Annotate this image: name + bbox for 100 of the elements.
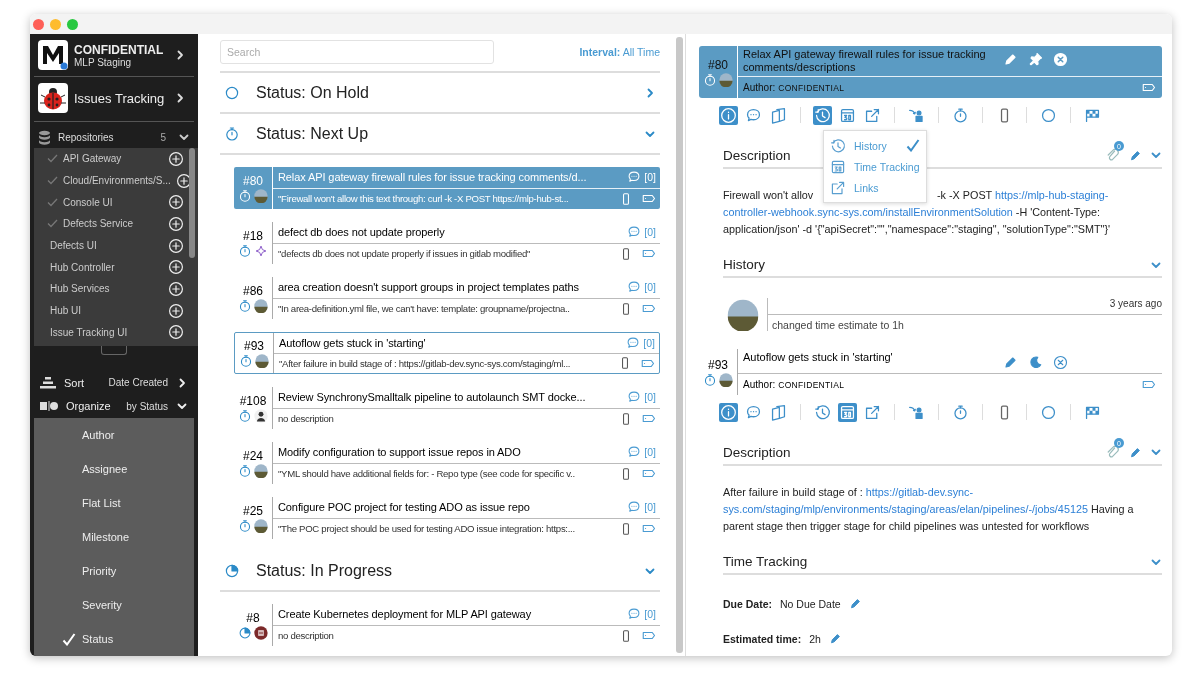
issue-number: #93 (708, 357, 728, 372)
repository-item[interactable]: Hub Controller (50, 261, 168, 273)
issue-row[interactable]: #24 Modify configuration to support issue repos in ADO [0] "YML should have additional fields for: - Repo type (see code for specific v.. (234, 442, 660, 484)
issue-number: #25 (243, 503, 263, 518)
pin-button[interactable] (1028, 52, 1043, 67)
edit-button[interactable] (1129, 148, 1142, 162)
paperclip-icon (1105, 147, 1121, 163)
avatar (719, 72, 733, 87)
repository-item[interactable]: Cloud/Environments/S... (63, 175, 171, 187)
issue-title: defect db does not update properly (278, 226, 446, 239)
description-text: After failure in build stage of : https://gitlab-dev.sync- (723, 486, 974, 498)
info-tab[interactable] (719, 105, 738, 125)
description-text: controller-webhook.sync-sys.com/installEnvironmentSolution -H 'Content-Type: (723, 206, 1101, 218)
repository-item[interactable]: Hub UI (50, 305, 168, 317)
issue-description: "The POC project should be used for testing ADO issue integration: https:... (278, 523, 576, 535)
issue-title: area creation doesn't support groups in project templates paths (278, 281, 580, 294)
author-label: Author: (743, 379, 776, 390)
pages-tab[interactable] (769, 105, 788, 125)
edit-button[interactable] (1003, 52, 1018, 67)
scrollbar[interactable] (189, 148, 195, 258)
issue-row[interactable]: #86 area creation doesn't support groups in project templates paths [0] "In area-definition.yml file, we can't have: template: groupname/projectna.. (234, 277, 660, 319)
history-tab[interactable] (813, 105, 832, 125)
status-group-title: Status: In Progress (256, 561, 394, 580)
repository-item[interactable]: API Gateway (63, 153, 163, 165)
pie-icon (224, 562, 240, 579)
comment-count: [0] (644, 171, 656, 184)
history-tab[interactable] (813, 402, 832, 422)
calendar-tab[interactable] (838, 402, 857, 422)
organize-option[interactable]: Flat List (82, 497, 121, 509)
stopwatch-tab[interactable] (951, 105, 970, 125)
plus-icon (168, 237, 184, 254)
workspace-switcher[interactable]: CONFIDENTIAL MLP Staging (34, 34, 194, 77)
organize-option[interactable]: Author (82, 429, 115, 441)
speech-bubble-icon (627, 170, 642, 185)
section-title: History (723, 257, 765, 272)
stopwatch-icon (239, 353, 253, 368)
status-group-header[interactable]: Status: Next Up (220, 114, 660, 155)
repository-item[interactable]: Hub Services (50, 283, 168, 295)
pages-tab[interactable] (769, 402, 788, 422)
info-tab[interactable] (719, 402, 738, 422)
organize-option[interactable]: Milestone (82, 531, 130, 543)
issue-row[interactable]: #8 Create Kubernetes deployment for MLP API gateway [0] no description (234, 604, 660, 646)
avatar (254, 625, 268, 640)
edit-button[interactable] (1003, 355, 1018, 370)
stopwatch-icon (703, 372, 717, 387)
edit-button[interactable] (1129, 445, 1142, 459)
status-group-title: Status: Next Up (256, 124, 370, 143)
link[interactable]: https://gitlab-dev.sync- (865, 486, 974, 498)
organize-option[interactable]: Severity (82, 599, 122, 611)
issue-description: "defects db does not update properly if issues in gitlab modified" (278, 248, 532, 260)
pie-icon (238, 625, 252, 640)
status-group-header[interactable]: Status: On Hold (220, 73, 660, 114)
repository-item[interactable]: Defects Service (63, 218, 163, 230)
issue-row[interactable]: #18 defect db does not update properly [0] "defects db does not update properly if issues in gitlab modified" (234, 222, 660, 264)
zoom-window-button[interactable] (67, 18, 78, 30)
organize-selector[interactable]: Organize by Status (30, 394, 198, 418)
stopwatch-icon (224, 125, 240, 142)
database-icon (38, 129, 52, 145)
status-group-header[interactable]: Status: In Progress (220, 551, 660, 592)
stopwatch-icon (238, 518, 252, 533)
repositories-count: 5 (160, 131, 166, 143)
repositories-header[interactable]: Repositories 5 (30, 126, 198, 148)
history-text: changed time estimate to 1h (771, 318, 905, 331)
repository-item[interactable]: Defects UI (50, 240, 168, 252)
avatar (254, 408, 268, 423)
sort-selector[interactable]: Sort Date Created (30, 371, 198, 395)
repository-item[interactable]: Console UI (63, 196, 163, 208)
link[interactable]: sys.com/staging/mlp/environments/staging/areas/elan/pipelines/-/jobs/45125 (723, 503, 1088, 515)
speech-bubble-icon (627, 390, 642, 405)
app-switcher[interactable]: Issues Tracking (34, 77, 194, 122)
stopwatch-tab[interactable] (951, 402, 970, 422)
organize-label: Organize (66, 400, 112, 413)
edit-button[interactable] (848, 597, 862, 610)
plus-icon (168, 280, 184, 297)
scrollbar[interactable] (676, 37, 683, 653)
close-window-button[interactable] (33, 18, 44, 30)
link[interactable]: https://mlp-hub-staging- (995, 189, 1109, 201)
issue-row[interactable]: #25 Configure POC project for testing ADO as issue repo [0] "The POC project should be used for testing ADO issue integration: https:... (234, 497, 660, 539)
search-field[interactable]: Search (220, 40, 494, 64)
edit-button[interactable] (828, 632, 842, 645)
issue-row[interactable]: #93 Autoflow gets stuck in 'starting' [0] "After failure in build stage of : https://gitlab-dev.sync-sys.com/staging/ml... (234, 332, 660, 374)
organize-option[interactable]: Status (82, 633, 114, 645)
issue-description: "YML should have additional fields for: - Repo type (see code for specific v.. (278, 468, 576, 480)
field-label: Estimated time: (723, 632, 802, 645)
sort-label: Sort (64, 376, 86, 389)
stopwatch-icon (703, 72, 717, 87)
watch-button[interactable] (1028, 355, 1043, 370)
repository-item[interactable]: Issue Tracking UI (50, 326, 168, 338)
resize-handle[interactable] (101, 346, 127, 355)
comment-count: [0] (644, 501, 656, 514)
organize-option[interactable]: Assignee (82, 463, 128, 475)
avatar (254, 518, 268, 533)
close-button[interactable] (1053, 355, 1068, 370)
issue-title: Configure POC project for testing ADO as issue repo (278, 501, 531, 514)
section-title: Description (723, 444, 791, 460)
issue-row[interactable]: #108 Review SynchronySmalltalk pipeline to autolaunch SMT docke... [0] no description (234, 387, 660, 429)
link[interactable]: controller-webhook.sync-sys.com/installEnvironmentSolution (723, 206, 1013, 218)
organize-option[interactable]: Priority (82, 565, 117, 577)
issue-number: #8 (246, 610, 260, 625)
issue-description: no description (278, 630, 335, 642)
